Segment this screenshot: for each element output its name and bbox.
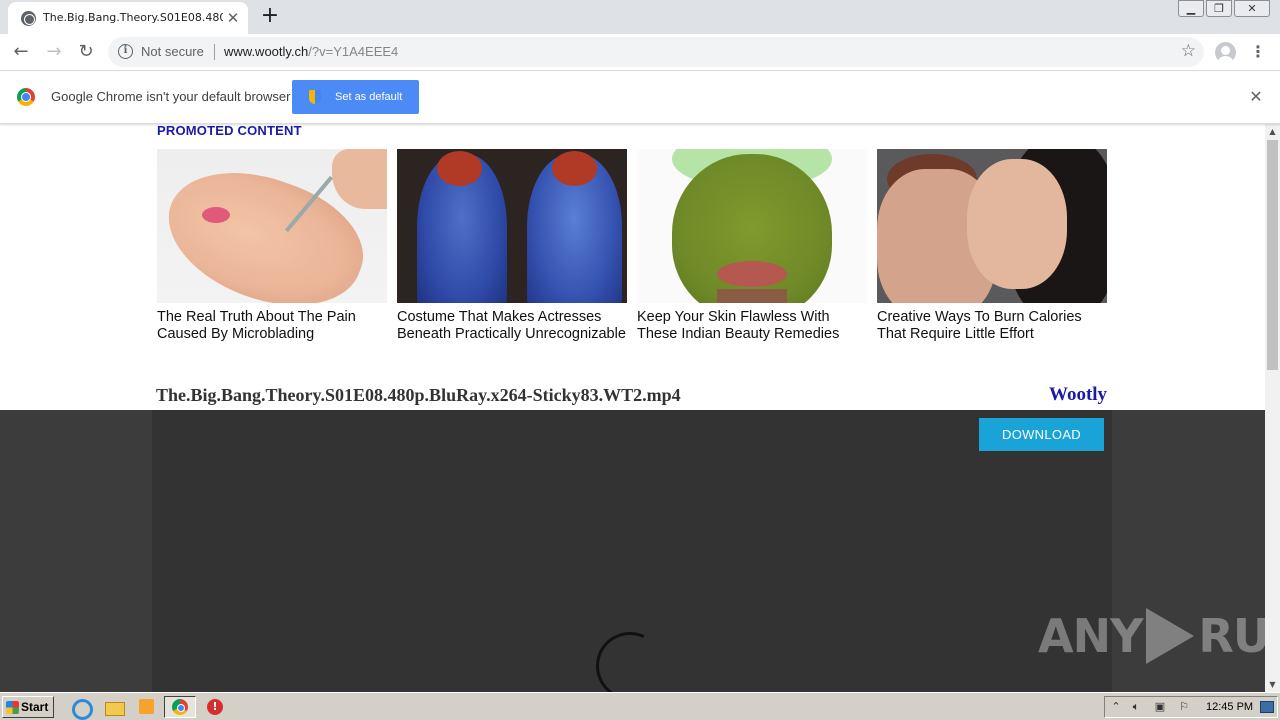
infobar-message: Google Chrome isn't your default browser xyxy=(51,89,291,104)
chrome-logo-icon xyxy=(17,88,35,106)
url-host: www.wootly.ch xyxy=(224,44,309,59)
ad-card[interactable]: Creative Ways To Burn Calories That Requ… xyxy=(877,149,1107,343)
ad-title[interactable]: The Real Truth About The Pain Caused By … xyxy=(157,309,387,343)
tab-strip: The.Big.Bang.Theory.S01E08.480p. ✕ + ▁ ❐… xyxy=(0,0,1280,34)
globe-icon xyxy=(21,11,36,26)
window-controls: ▁ ❐ ✕ xyxy=(1176,0,1272,18)
ad-image[interactable] xyxy=(877,149,1107,303)
hand-shape xyxy=(332,149,387,209)
lips-shape xyxy=(717,261,787,287)
watermark-left: ANY xyxy=(1038,609,1143,663)
tab-title: The.Big.Bang.Theory.S01E08.480p. xyxy=(43,11,223,24)
scroll-down-icon[interactable]: ▼ xyxy=(1265,677,1280,692)
ad-image[interactable] xyxy=(397,149,627,303)
tab-close-icon[interactable]: ✕ xyxy=(224,9,242,27)
volume-icon[interactable]: 🔈︎ xyxy=(1129,700,1143,714)
new-tab-button[interactable]: + xyxy=(258,5,282,29)
ad-card[interactable]: The Real Truth About The Pain Caused By … xyxy=(157,149,387,343)
restore-button[interactable]: ❐ xyxy=(1206,0,1232,17)
default-browser-infobar: Google Chrome isn't your default browser… xyxy=(0,72,1280,124)
windows-logo-icon xyxy=(6,701,19,714)
set-as-default-label: Set as default xyxy=(335,91,403,103)
scroll-up-icon[interactable]: ▲ xyxy=(1265,124,1280,139)
url-text[interactable]: www.wootly.ch/?v=Y1A4EEE4 xyxy=(224,44,398,59)
face-shape xyxy=(967,159,1067,289)
tab-active[interactable]: The.Big.Bang.Theory.S01E08.480p. ✕ xyxy=(8,2,248,34)
ad-title[interactable]: Keep Your Skin Flawless With These India… xyxy=(637,309,867,343)
set-as-default-button[interactable]: Set as default xyxy=(292,80,419,114)
flag-icon[interactable]: ⚐ xyxy=(1177,700,1191,714)
loading-spinner-icon xyxy=(586,622,674,692)
internet-explorer-icon[interactable] xyxy=(69,697,93,720)
web-page: PROMOTED CONTENT The Real Truth About Th… xyxy=(0,124,1265,692)
site-brand-link[interactable]: Wootly xyxy=(1049,384,1107,406)
minimize-button[interactable]: ▁ xyxy=(1178,0,1204,17)
video-player[interactable]: DOWNLOAD xyxy=(152,410,1112,692)
system-tray: ⌃ 🔈︎ ▣ ⚐ 12:45 PM xyxy=(1104,696,1278,718)
close-icon: ✕ xyxy=(1247,2,1257,15)
restore-icon: ❐ xyxy=(1214,2,1224,15)
video-title: The.Big.Bang.Theory.S01E08.480p.BluRay.x… xyxy=(156,385,681,405)
url-path: /?v=Y1A4EEE4 xyxy=(308,44,399,59)
show-hidden-icon[interactable]: ⌃ xyxy=(1109,700,1123,714)
browser-menu-icon[interactable]: ⋮ xyxy=(1250,39,1266,65)
ad-image[interactable] xyxy=(637,149,867,303)
address-bar[interactable]: i Not secure www.wootly.ch/?v=Y1A4EEE4 ☆ xyxy=(108,37,1204,67)
promoted-heading: PROMOTED CONTENT xyxy=(157,124,302,138)
ad-card[interactable]: Costume That Makes Actresses Beneath Pra… xyxy=(397,149,627,343)
bookmark-star-icon[interactable]: ☆ xyxy=(1181,41,1196,61)
network-icon[interactable]: ▣ xyxy=(1153,700,1167,714)
page-scrollbar[interactable]: ▲ ▼ xyxy=(1265,124,1280,692)
info-icon[interactable]: i xyxy=(118,44,133,59)
start-label: Start xyxy=(21,700,49,714)
ad-title[interactable]: Costume That Makes Actresses Beneath Pra… xyxy=(397,309,627,343)
play-icon xyxy=(1146,608,1195,664)
hair-shape xyxy=(552,151,597,186)
shield-icon xyxy=(309,90,321,104)
profile-avatar-icon[interactable] xyxy=(1215,42,1236,63)
security-label[interactable]: Not secure xyxy=(141,44,204,59)
show-desktop-icon[interactable] xyxy=(1260,701,1274,713)
back-button[interactable]: ← xyxy=(8,39,34,65)
clock[interactable]: 12:45 PM xyxy=(1206,701,1253,713)
window-close-button[interactable]: ✕ xyxy=(1234,0,1270,17)
start-button[interactable]: Start xyxy=(2,696,54,718)
reload-button[interactable]: ↻ xyxy=(73,39,99,65)
ad-title[interactable]: Creative Ways To Burn Calories That Requ… xyxy=(877,309,1107,343)
windows-taskbar: Start ⌃ 🔈︎ ▣ ⚐ 12:45 PM xyxy=(0,692,1280,720)
download-button[interactable]: DOWNLOAD xyxy=(979,418,1104,451)
folder-icon[interactable] xyxy=(103,697,125,717)
anyrun-watermark: ANY RUN xyxy=(1038,608,1280,664)
minimize-icon: ▁ xyxy=(1186,2,1196,15)
infobar-close-icon[interactable]: ✕ xyxy=(1246,87,1266,107)
chrome-taskbar-icon[interactable] xyxy=(164,696,196,718)
media-player-icon[interactable] xyxy=(136,697,158,717)
omnibox-separator xyxy=(214,44,215,60)
ad-image[interactable] xyxy=(157,149,387,303)
forward-button[interactable]: → xyxy=(41,39,67,65)
hair-shape xyxy=(437,151,482,186)
browser-toolbar: ← → ↻ i Not secure www.wootly.ch/?v=Y1A4… xyxy=(0,34,1280,71)
lips-shape xyxy=(202,207,230,223)
neck-shape xyxy=(717,289,787,303)
stop-icon[interactable] xyxy=(204,697,226,717)
ad-card[interactable]: Keep Your Skin Flawless With These India… xyxy=(637,149,867,343)
scrollbar-thumb[interactable] xyxy=(1267,140,1278,370)
